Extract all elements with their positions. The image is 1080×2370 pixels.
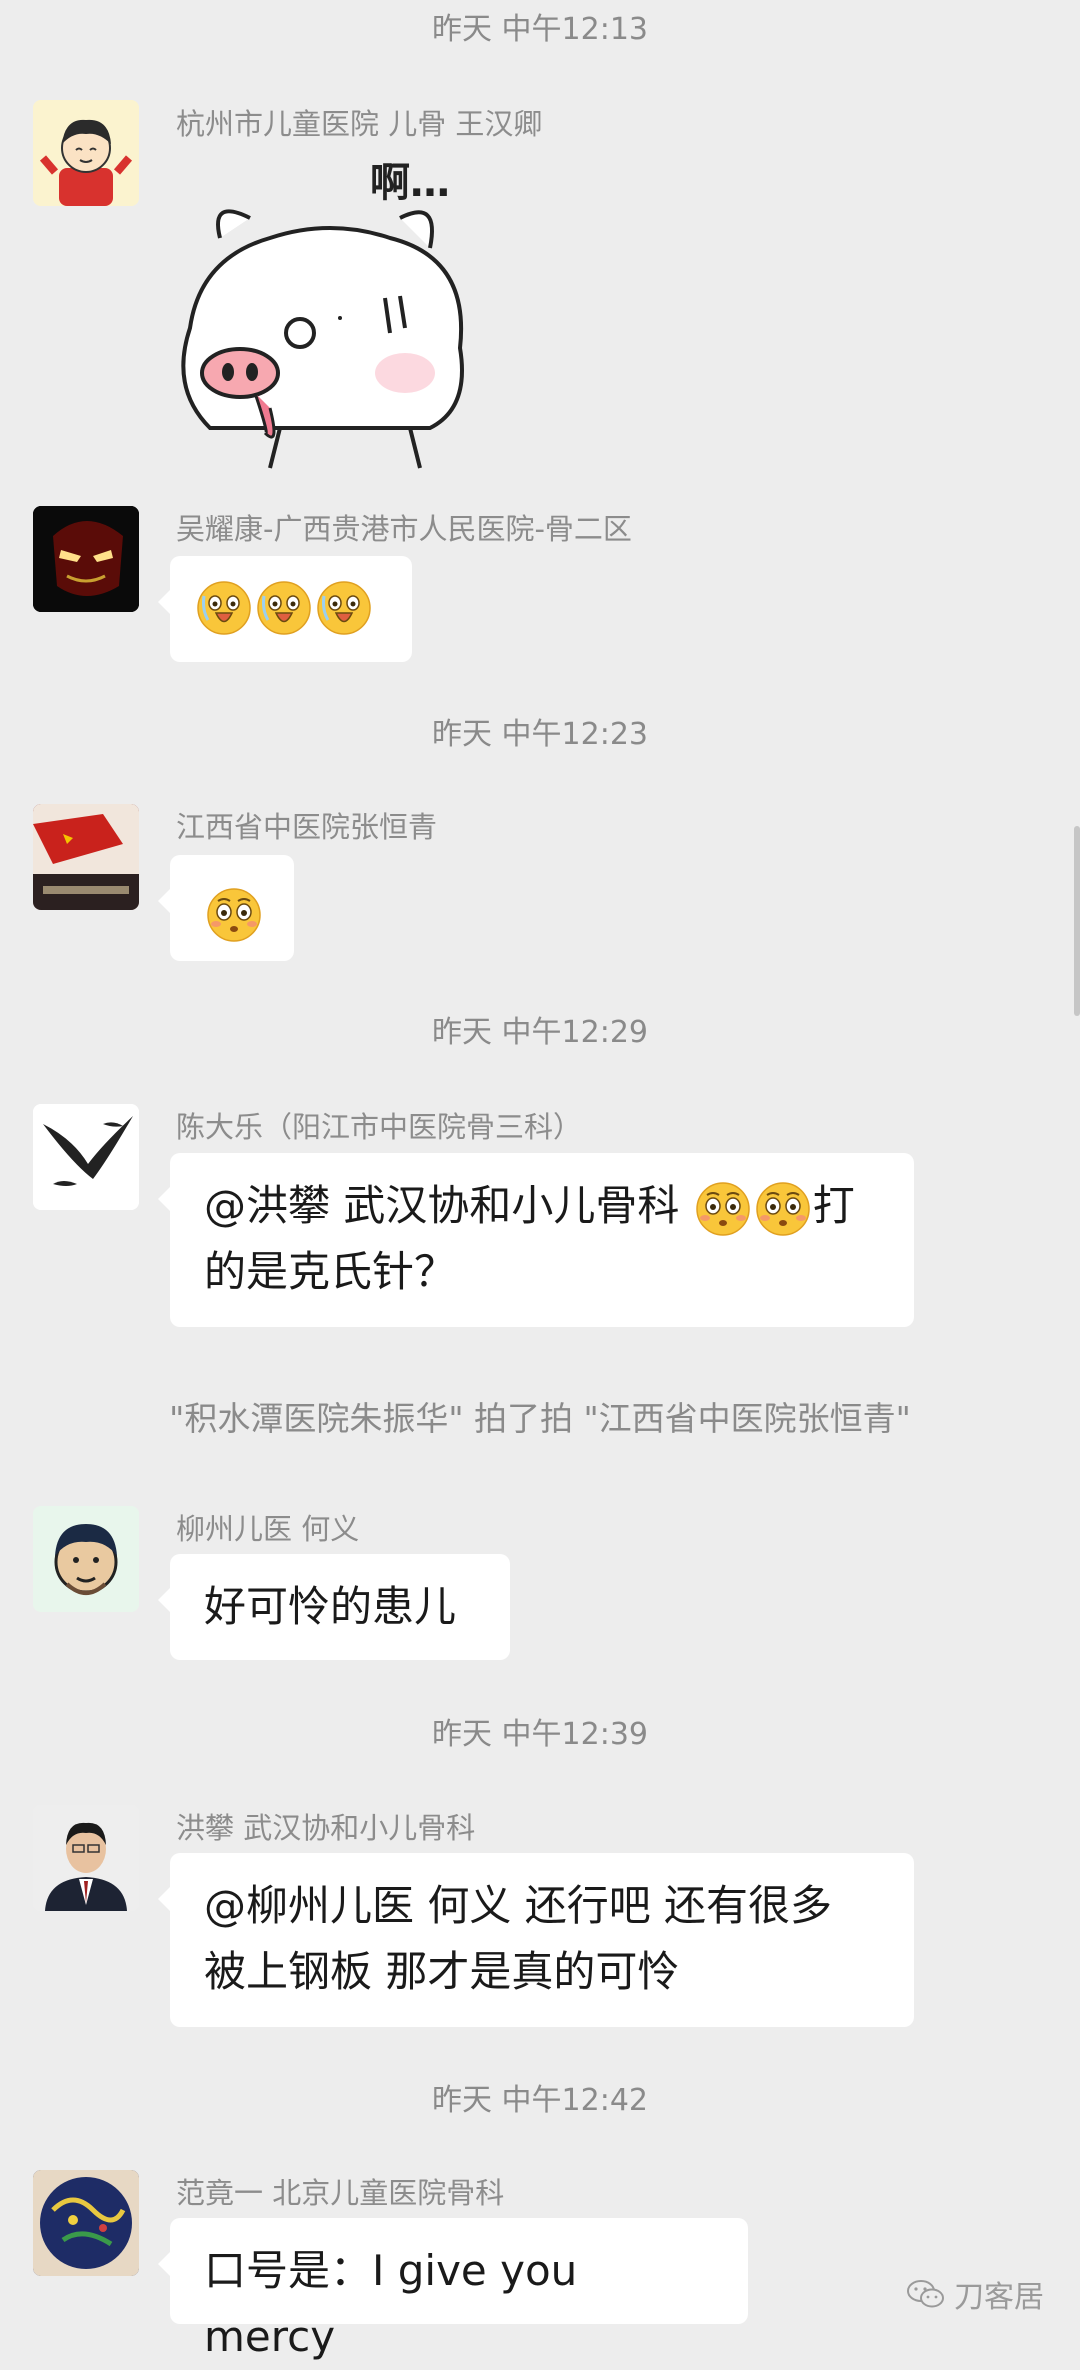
avatar[interactable] bbox=[33, 804, 139, 910]
watermark: 刀客居 bbox=[906, 2272, 1044, 2316]
cartoon-man-avatar-icon bbox=[33, 1506, 139, 1612]
timestamp: 昨天 中午12:13 bbox=[432, 12, 648, 47]
pig-sticker[interactable]: 啊… bbox=[170, 158, 500, 478]
message-bubble[interactable] bbox=[158, 556, 412, 662]
sender-name: 吴耀康-广西贵港市人民医院-骨二区 bbox=[176, 512, 632, 546]
avatar[interactable] bbox=[33, 2170, 139, 2276]
message-line: @柳州儿医 何义 还行吧 还有很多 bbox=[204, 1881, 833, 1930]
message-text: 打 bbox=[812, 1181, 855, 1230]
sender-name: 陈大乐（阳江市中医院骨三科） bbox=[176, 1110, 583, 1144]
sender-name: 杭州市儿童医院 儿骨 王汉卿 bbox=[176, 107, 543, 141]
painting-avatar-icon bbox=[33, 2170, 139, 2276]
message-bubble[interactable] bbox=[158, 855, 294, 961]
system-notice: "积水潭医院朱振华" 拍了拍 "江西省中医院张恒青" bbox=[169, 1399, 911, 1438]
red-flag-avatar-icon bbox=[33, 804, 139, 910]
sender-name: 范竟一 北京儿童医院骨科 bbox=[176, 2176, 505, 2210]
mention-text: @洪攀 武汉协和小儿骨科 bbox=[204, 1181, 693, 1230]
message-bubble[interactable]: @洪攀 武汉协和小儿骨科 打 的是克氏针？ bbox=[158, 1153, 914, 1327]
timestamp: 昨天 中午12:29 bbox=[432, 1015, 648, 1050]
flushed-emoji-icon bbox=[755, 1181, 811, 1237]
iron-man-avatar-icon bbox=[33, 506, 139, 612]
message-bubble[interactable]: @柳州儿医 何义 还行吧 还有很多 被上钢板 那才是真的可怜 bbox=[158, 1853, 914, 2027]
grimacing-emoji-icon bbox=[196, 580, 252, 636]
message-line: 的是克氏针？ bbox=[204, 1247, 457, 1296]
sender-name: 柳州儿医 何义 bbox=[176, 1512, 360, 1546]
pig-sticker-icon bbox=[181, 209, 464, 469]
message-bubble[interactable]: 口号是：I give you mercy bbox=[158, 2218, 748, 2361]
grimacing-emoji-icon bbox=[316, 580, 372, 636]
grimacing-emoji-icon bbox=[256, 580, 312, 636]
cartoon-boy-avatar-icon bbox=[33, 100, 139, 206]
portrait-avatar-icon bbox=[33, 1805, 139, 1911]
scrollbar[interactable] bbox=[1074, 826, 1080, 1016]
timestamp: 昨天 中午12:39 bbox=[432, 1717, 648, 1752]
avatar[interactable] bbox=[33, 506, 139, 612]
avatar[interactable] bbox=[33, 1104, 139, 1210]
message-text: 口号是：I give you mercy bbox=[204, 2246, 578, 2361]
flushed-emoji-icon bbox=[695, 1181, 751, 1237]
wechat-icon bbox=[907, 2280, 944, 2308]
flushed-emoji-icon bbox=[206, 887, 262, 943]
sticker-caption: 啊… bbox=[370, 160, 450, 206]
message-line: 被上钢板 那才是真的可怜 bbox=[204, 1947, 680, 1996]
sender-name: 洪攀 武汉协和小儿骨科 bbox=[176, 1811, 476, 1845]
message-bubble[interactable]: 好可怜的患儿 bbox=[158, 1554, 510, 1660]
avatar[interactable] bbox=[33, 1805, 139, 1911]
watermark-text: 刀客居 bbox=[954, 2280, 1044, 2315]
timestamp: 昨天 中午12:42 bbox=[432, 2083, 648, 2118]
avatar[interactable] bbox=[33, 100, 139, 206]
message-text: 好可怜的患儿 bbox=[204, 1582, 457, 1631]
message-line: @洪攀 武汉协和小儿骨科 打 bbox=[204, 1173, 880, 1239]
eagles-avatar-icon bbox=[33, 1104, 139, 1210]
sender-name: 江西省中医院张恒青 bbox=[176, 810, 438, 844]
avatar[interactable] bbox=[33, 1506, 139, 1612]
timestamp: 昨天 中午12:23 bbox=[432, 717, 648, 752]
